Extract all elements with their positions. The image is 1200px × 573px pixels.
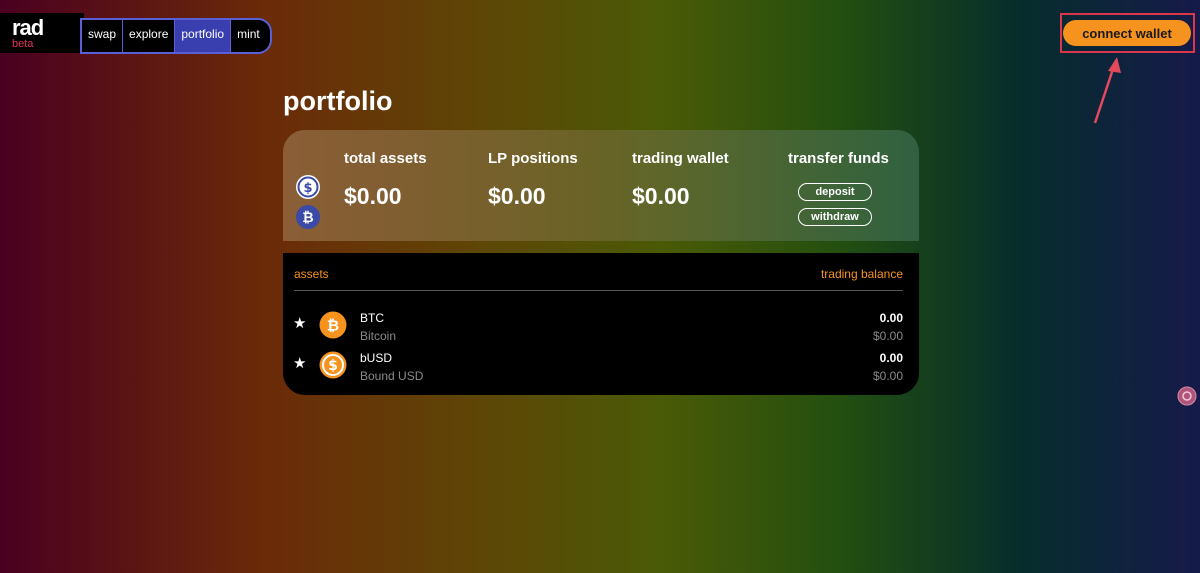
lp-positions-label: LP positions [488,150,578,167]
page-title: portfolio [283,86,393,116]
deposit-button[interactable]: deposit [798,183,872,201]
asset-usd-value: $0.00 [872,329,903,343]
lp-positions-value: $0.00 [488,183,546,209]
total-assets-stat: total assets $0.00 [344,150,427,209]
connect-wallet-button[interactable]: connect wallet [1063,20,1191,46]
svg-text:₿: ₿ [327,317,339,335]
trading-wallet-stat: trading wallet $0.00 [632,150,729,209]
asset-symbol: bUSD [360,351,393,365]
asset-name: Bound USD [360,369,424,383]
annotation-arrow-icon [1093,57,1121,124]
trading-wallet-value: $0.00 [632,183,690,209]
transfer-funds-stat: transfer funds [788,150,889,167]
table-row[interactable]: ★ ₿ BTC Bitcoin 0.00 $0.00 [283,311,919,351]
total-assets-value: $0.00 [344,183,402,209]
svg-text:₿: ₿ [302,210,313,226]
withdraw-button[interactable]: withdraw [798,208,872,226]
bitcoin-icon: ₿ [296,205,320,229]
asset-name: Bitcoin [360,329,397,343]
coin-stack: $ ₿ [295,174,321,234]
total-assets-label: total assets [344,150,427,167]
table-row[interactable]: ★ $ bUSD Bound USD 0.00 $0.00 [283,351,919,391]
asset-symbol: BTC [360,311,384,325]
tab-explore[interactable]: explore [123,20,176,52]
asset-usd-value: $0.00 [872,369,903,383]
dollar-coin-icon: $ [319,351,347,379]
bitcoin-icon: ₿ [319,311,347,339]
app-logo[interactable]: rad beta [0,13,84,53]
main-nav: swap explore portfolio mint [80,18,272,54]
svg-text:$: $ [328,358,338,374]
assets-column-header[interactable]: assets [294,267,329,281]
tab-swap[interactable]: swap [82,20,124,52]
trading-wallet-label: trading wallet [632,150,729,167]
floating-helper-icon[interactable] [1177,386,1197,406]
tab-mint[interactable]: mint [231,20,270,52]
dollar-coin-icon: $ [296,175,320,199]
star-icon[interactable]: ★ [293,314,306,332]
portfolio-summary-card: $ ₿ total assets $0.00 LP positions $0.0… [283,130,919,241]
lp-positions-stat: LP positions $0.00 [488,150,578,209]
asset-balance: 0.00 [879,351,903,365]
beta-badge: beta [12,38,34,50]
tab-portfolio[interactable]: portfolio [175,20,232,52]
svg-text:$: $ [303,181,312,196]
transfer-funds-label: transfer funds [788,150,889,167]
assets-table: assets trading balance ★ ₿ BTC Bitcoin 0… [283,253,919,395]
table-divider [294,290,903,291]
asset-balance: 0.00 [879,311,903,325]
star-icon[interactable]: ★ [293,354,306,372]
trading-balance-column-header[interactable]: trading balance [821,267,903,281]
